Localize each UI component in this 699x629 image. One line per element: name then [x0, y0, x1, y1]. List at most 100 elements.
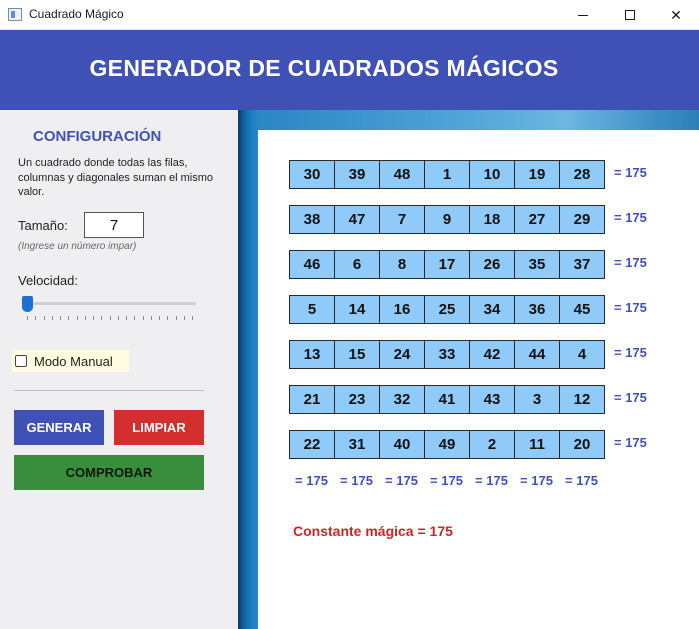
magic-constant: Constante mágica = 175	[293, 523, 453, 539]
grid-cell: 45	[559, 295, 605, 324]
grid-cell: 37	[559, 250, 605, 279]
close-button[interactable]: ✕	[653, 0, 699, 30]
config-description: Un cuadrado donde todas las filas, colum…	[18, 157, 214, 198]
grid-cell: 30	[289, 160, 335, 189]
grid-cell: 9	[424, 205, 470, 234]
grid-cell: 33	[424, 340, 470, 369]
row-sum: = 175	[614, 435, 647, 450]
minimize-button[interactable]	[560, 0, 606, 30]
grid-cell: 38	[289, 205, 335, 234]
grid-cell: 47	[334, 205, 380, 234]
size-label: Tamaño:	[18, 218, 68, 233]
grid-cell: 20	[559, 430, 605, 459]
column-sum: = 175	[565, 473, 598, 488]
grid-cell: 19	[514, 160, 560, 189]
water-background-top	[258, 110, 699, 130]
column-sum: = 175	[520, 473, 553, 488]
column-sum: = 175	[475, 473, 508, 488]
grid-row: 22 31 40 49 2 11 20 = 175	[289, 430, 684, 459]
grid-cell: 31	[334, 430, 380, 459]
column-sum: = 175	[430, 473, 463, 488]
row-sum: = 175	[614, 390, 647, 405]
grid-cell: 32	[379, 385, 425, 414]
maximize-icon	[625, 10, 635, 20]
row-sum: = 175	[614, 345, 647, 360]
manual-mode-toggle[interactable]: Modo Manual	[12, 350, 129, 372]
row-sum: = 175	[614, 300, 647, 315]
grid-cell: 17	[424, 250, 470, 279]
app-icon	[8, 8, 22, 21]
grid-cell: 14	[334, 295, 380, 324]
grid-cell: 5	[289, 295, 335, 324]
grid-cell: 3	[514, 385, 560, 414]
maximize-button[interactable]	[607, 0, 653, 30]
grid-cell: 24	[379, 340, 425, 369]
grid-cell: 4	[559, 340, 605, 369]
grid-cell: 25	[424, 295, 470, 324]
manual-mode-label: Modo Manual	[34, 354, 113, 369]
grid-cell: 28	[559, 160, 605, 189]
grid-cell: 34	[469, 295, 515, 324]
speed-slider-thumb[interactable]	[22, 296, 33, 312]
window-title: Cuadrado Mágico	[29, 7, 124, 21]
close-icon: ✕	[670, 6, 682, 23]
grid-cell: 12	[559, 385, 605, 414]
column-sum: = 175	[340, 473, 373, 488]
grid-cell: 1	[424, 160, 470, 189]
grid-row: 5 14 16 25 34 36 45 = 175	[289, 295, 684, 324]
grid-cell: 41	[424, 385, 470, 414]
grid-cell: 13	[289, 340, 335, 369]
speed-slider-track[interactable]	[22, 302, 196, 305]
row-sum: = 175	[614, 255, 647, 270]
column-sum: = 175	[295, 473, 328, 488]
size-input[interactable]	[84, 212, 144, 238]
grid-cell: 7	[379, 205, 425, 234]
header-banner: GENERADOR DE CUADRADOS MÁGICOS	[0, 30, 699, 110]
grid-cell: 27	[514, 205, 560, 234]
grid-cell: 11	[514, 430, 560, 459]
grid-row: 38 47 7 9 18 27 29 = 175	[289, 205, 684, 234]
page-title: GENERADOR DE CUADRADOS MÁGICOS	[89, 55, 559, 81]
grid-cell: 15	[334, 340, 380, 369]
speed-label: Velocidad:	[18, 273, 78, 288]
row-sum: = 175	[614, 165, 647, 180]
grid-cell: 16	[379, 295, 425, 324]
grid-cell: 40	[379, 430, 425, 459]
grid-cell: 46	[289, 250, 335, 279]
row-sum: = 175	[614, 210, 647, 225]
title-bar: Cuadrado Mágico ✕	[0, 0, 699, 30]
config-panel: CONFIGURACIÓN Un cuadrado donde todas la…	[0, 110, 238, 629]
grid-cell: 23	[334, 385, 380, 414]
manual-mode-checkbox[interactable]	[15, 355, 27, 367]
grid-cell: 44	[514, 340, 560, 369]
grid-row: 30 39 48 1 10 19 28 = 175	[289, 160, 684, 189]
grid-cell: 8	[379, 250, 425, 279]
grid-cell: 6	[334, 250, 380, 279]
grid-row: 46 6 8 17 26 35 37 = 175	[289, 250, 684, 279]
minimize-icon	[578, 14, 588, 16]
column-sum: = 175	[385, 473, 418, 488]
size-hint: (Ingrese un número impar)	[18, 241, 137, 252]
grid-cell: 35	[514, 250, 560, 279]
grid-row: 21 23 32 41 43 3 12 = 175	[289, 385, 684, 414]
grid-cell: 18	[469, 205, 515, 234]
grid-cell: 22	[289, 430, 335, 459]
grid-cell: 39	[334, 160, 380, 189]
grid-cell: 36	[514, 295, 560, 324]
grid-cell: 49	[424, 430, 470, 459]
grid-cell: 21	[289, 385, 335, 414]
grid-cell: 2	[469, 430, 515, 459]
grid-cell: 10	[469, 160, 515, 189]
clear-button[interactable]: LIMPIAR	[114, 410, 204, 445]
generate-button[interactable]: GENERAR	[14, 410, 104, 445]
grid-cell: 43	[469, 385, 515, 414]
grid-cell: 42	[469, 340, 515, 369]
grid-row: 13 15 24 33 42 44 4 = 175	[289, 340, 684, 369]
grid-cell: 26	[469, 250, 515, 279]
config-title: CONFIGURACIÓN	[33, 128, 162, 145]
grid-cell: 48	[379, 160, 425, 189]
check-button[interactable]: COMPROBAR	[14, 455, 204, 490]
grid-cell: 29	[559, 205, 605, 234]
speed-slider-ticks	[27, 316, 193, 320]
divider	[14, 390, 204, 391]
